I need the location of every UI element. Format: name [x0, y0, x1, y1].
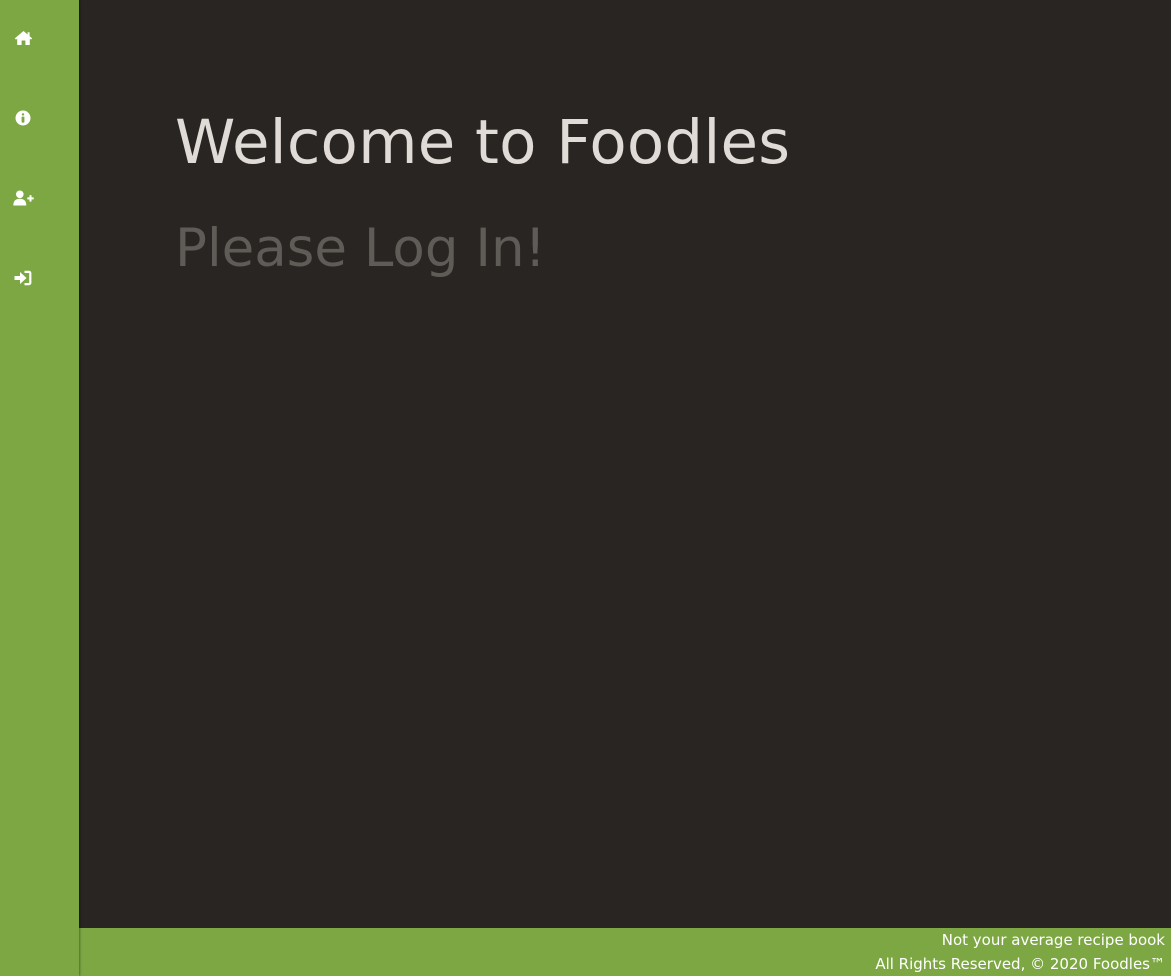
sidebar-nav [0, 0, 79, 976]
sidebar-item-info[interactable] [0, 98, 46, 138]
sign-in-icon [14, 270, 32, 286]
login-prompt: Please Log In! [175, 218, 546, 279]
sidebar-item-register[interactable] [0, 178, 46, 218]
home-icon [14, 31, 32, 45]
footer-copyright: All Rights Reserved, © 2020 Foodles™ [875, 955, 1165, 973]
info-circle-icon [15, 110, 31, 126]
user-plus-icon [12, 190, 34, 206]
main-content: Welcome to Foodles Please Log In! [79, 0, 1171, 928]
footer-tagline: Not your average recipe book [941, 931, 1165, 949]
welcome-title: Welcome to Foodles [175, 107, 791, 178]
footer: Not your average recipe book All Rights … [79, 928, 1171, 976]
sidebar-item-home[interactable] [0, 18, 46, 58]
app-root: Welcome to Foodles Please Log In! Not yo… [0, 0, 1171, 976]
sidebar-item-login[interactable] [0, 258, 46, 298]
